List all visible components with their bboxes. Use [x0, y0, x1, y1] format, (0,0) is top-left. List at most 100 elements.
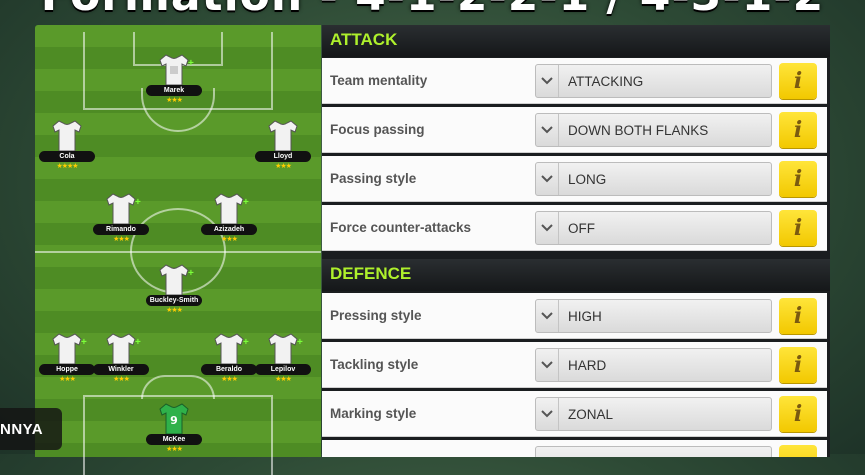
- player-card[interactable]: Lloyd ★★★: [251, 118, 315, 188]
- player-stars: ★★★: [221, 376, 238, 383]
- player-name: Azizadeh: [201, 224, 257, 235]
- pitch: + Marek ★★★ Cola ★★★★ Lloyd ★★★ + Rimand…: [35, 25, 321, 475]
- tactic-row: Pressing style HIGH i: [322, 293, 827, 339]
- goalkeeper-shirt-icon: 9: [159, 403, 189, 435]
- tactic-dropdown[interactable]: DOWN BOTH FLANKS: [535, 113, 772, 147]
- plus-icon: +: [188, 58, 194, 69]
- defence-section-header: DEFENCE: [322, 259, 830, 291]
- info-button[interactable]: i: [779, 396, 817, 432]
- tactic-dropdown[interactable]: [535, 446, 772, 457]
- player-card[interactable]: + Rimando ★★★: [89, 191, 153, 261]
- player-stars: ★★★: [166, 446, 183, 453]
- dropdown-value: HARD: [568, 358, 607, 373]
- tactic-dropdown[interactable]: ZONAL: [535, 397, 772, 431]
- player-card[interactable]: Cola ★★★★: [35, 118, 99, 188]
- player-stars: ★★★: [221, 236, 238, 243]
- chevron-down-icon: [536, 212, 559, 244]
- chevron-down-icon: [536, 300, 559, 332]
- shirt-icon: [52, 333, 82, 365]
- plus-icon: +: [243, 197, 249, 208]
- player-name: Rimando: [93, 224, 149, 235]
- tactic-row: Force counter-attacks OFF i: [322, 205, 827, 251]
- player-stars: ★★★: [275, 376, 292, 383]
- dropdown-value: OFF: [568, 221, 595, 236]
- player-stars: ★★★: [166, 307, 183, 314]
- tactic-row: Passing style LONG i: [322, 156, 827, 202]
- player-card[interactable]: + Lepilov ★★★: [251, 331, 315, 401]
- tactic-row: Tackling style HARD i: [322, 342, 827, 388]
- tactic-label: Force counter-attacks: [330, 220, 472, 235]
- tactic-dropdown[interactable]: OFF: [535, 211, 772, 245]
- chevron-down-icon: [536, 163, 559, 195]
- tactic-label: Pressing style: [330, 308, 422, 323]
- player-card[interactable]: + Marek ★★★: [142, 52, 206, 122]
- dropdown-value: ATTACKING: [568, 74, 644, 89]
- title-strip: Formation - 4-1-2-2-1 / 4-3-1-2: [0, 0, 865, 22]
- player-stars: ★★★: [113, 236, 130, 243]
- player-name: Winkler: [93, 364, 149, 375]
- player-name: Buckley-Smith: [146, 295, 202, 306]
- chevron-down-icon: [536, 65, 559, 97]
- info-button[interactable]: i: [779, 161, 817, 197]
- tactic-label: Team mentality: [330, 73, 428, 88]
- info-button[interactable]: [779, 445, 817, 457]
- player-name: Lloyd: [255, 151, 311, 162]
- channel-badge: NNYA: [0, 408, 62, 450]
- tactic-dropdown[interactable]: ATTACKING: [535, 64, 772, 98]
- info-button[interactable]: i: [779, 347, 817, 383]
- shirt-icon: [268, 120, 298, 152]
- player-card[interactable]: + Winkler ★★★: [89, 331, 153, 401]
- shirt-icon: [268, 333, 298, 365]
- player-card[interactable]: 9 McKee ★★★: [142, 401, 206, 471]
- player-card[interactable]: + Azizadeh ★★★: [197, 191, 261, 261]
- player-stars: ★★★★: [56, 163, 78, 170]
- tactic-row: Marking style ZONAL i: [322, 391, 827, 437]
- tactic-dropdown[interactable]: HIGH: [535, 299, 772, 333]
- shirt-icon: [52, 120, 82, 152]
- player-name: Hoppe: [39, 364, 95, 375]
- defence-section-title: DEFENCE: [330, 264, 412, 283]
- shirt-icon: [106, 333, 136, 365]
- dropdown-value: LONG: [568, 172, 607, 187]
- info-button[interactable]: i: [779, 210, 817, 246]
- tactic-label: Focus passing: [330, 122, 425, 137]
- plus-icon: +: [297, 337, 303, 348]
- tactics-panel: ATTACK Team mentality ATTACKING i Focus …: [322, 25, 830, 457]
- plus-icon: +: [243, 337, 249, 348]
- attack-section-header: ATTACK: [322, 25, 830, 57]
- chevron-down-icon: [536, 349, 559, 381]
- info-button[interactable]: i: [779, 298, 817, 334]
- player-name: Marek: [146, 85, 202, 96]
- shirt-icon: [159, 264, 189, 296]
- attack-section-title: ATTACK: [330, 30, 398, 49]
- chevron-down-icon: [536, 398, 559, 430]
- player-name: Cola: [39, 151, 95, 162]
- plus-icon: +: [135, 197, 141, 208]
- plus-icon: +: [81, 337, 87, 348]
- channel-badge-text: NNYA: [0, 421, 44, 438]
- tactic-row: Focus passing DOWN BOTH FLANKS i: [322, 107, 827, 153]
- player-stars: ★★★: [166, 97, 183, 104]
- tactic-row: Team mentality ATTACKING i: [322, 58, 827, 104]
- player-name: Lepilov: [255, 364, 311, 375]
- shirt-icon: [106, 193, 136, 225]
- player-stars: ★★★: [113, 376, 130, 383]
- shirt-icon: [159, 54, 189, 86]
- info-button[interactable]: i: [779, 112, 817, 148]
- dropdown-value: DOWN BOTH FLANKS: [568, 123, 709, 138]
- chevron-down-icon: [536, 114, 559, 146]
- tactic-dropdown[interactable]: HARD: [535, 348, 772, 382]
- tactic-label: Tackling style: [330, 357, 419, 372]
- plus-icon: +: [135, 337, 141, 348]
- shirt-icon: [214, 193, 244, 225]
- shirt-icon: [214, 333, 244, 365]
- tactic-label: Marking style: [330, 406, 417, 421]
- player-card[interactable]: + Buckley-Smith ★★★: [142, 262, 206, 332]
- svg-text:9: 9: [170, 414, 178, 427]
- dropdown-value: HIGH: [568, 309, 602, 324]
- info-button[interactable]: i: [779, 63, 817, 99]
- plus-icon: +: [188, 268, 194, 279]
- player-stars: ★★★: [275, 163, 292, 170]
- tactic-dropdown[interactable]: LONG: [535, 162, 772, 196]
- dropdown-value: ZONAL: [568, 407, 614, 422]
